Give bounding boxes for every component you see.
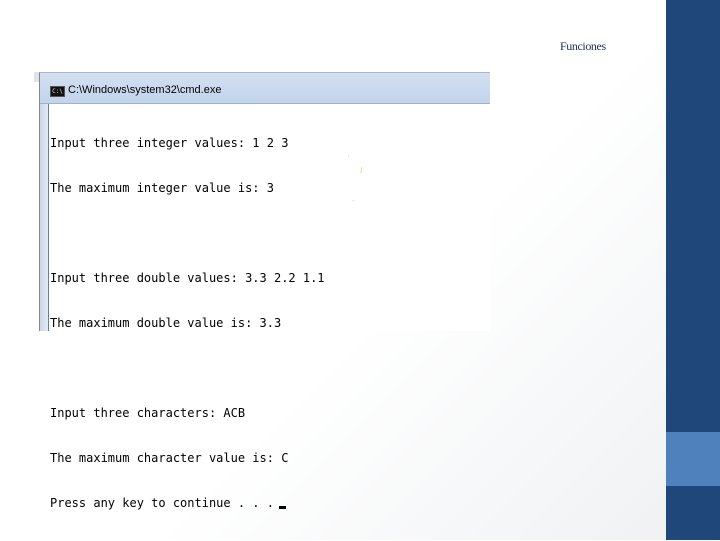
slide-title: Funciones (560, 39, 606, 53)
console-line: The maximum double value is: 3.3 (50, 316, 282, 330)
scribble-mark: ' (348, 154, 350, 163)
cmd-icon: C:\ (50, 86, 65, 97)
cmd-window-frame (40, 104, 49, 331)
cmd-console-output[interactable]: Input three integer values: 1 2 3 The ma… (50, 106, 490, 541)
scribble-mark: ﻟ (360, 166, 363, 175)
cmd-window-title: C:\Windows\system32\cmd.exe (68, 84, 222, 96)
console-line: Press any key to continue . . . (50, 496, 274, 510)
scribble-mark: - (352, 196, 355, 205)
console-line: The maximum integer value is: 3 (50, 181, 274, 195)
accent-block (666, 432, 720, 486)
console-line: Input three double values: 3.3 2.2 1.1 (50, 271, 325, 285)
cursor-icon (278, 506, 286, 509)
cmd-window[interactable]: C:\ C:\Windows\system32\cmd.exe Input th… (39, 72, 490, 510)
right-decorative-bar (666, 0, 720, 540)
console-line: Input three characters: ACB (50, 406, 246, 420)
console-line: Input three integer values: 1 2 3 (50, 136, 289, 150)
cmd-titlebar[interactable]: C:\ C:\Windows\system32\cmd.exe (40, 73, 490, 104)
console-prompt-line: Press any key to continue . . . (50, 496, 490, 511)
console-line: The maximum character value is: C (50, 451, 289, 465)
